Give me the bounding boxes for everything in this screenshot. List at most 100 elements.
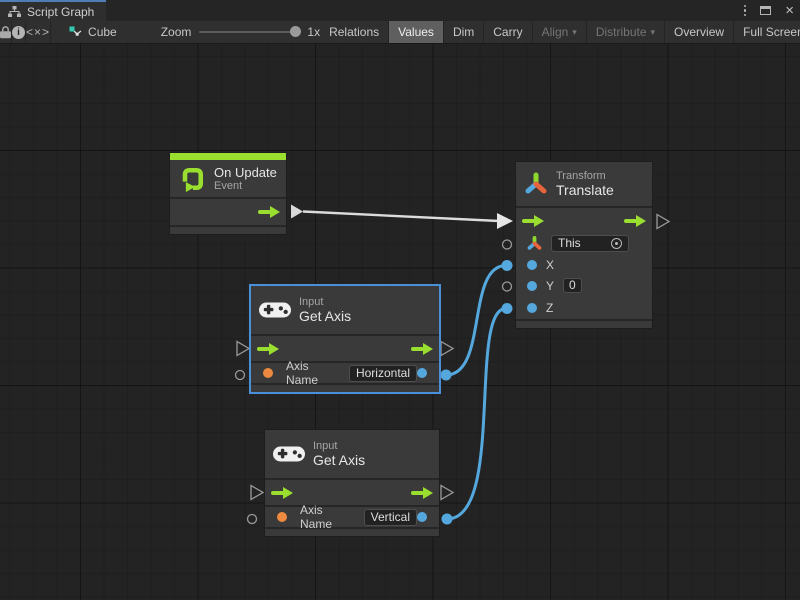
toolbar-toggles: Relations Values Dim Carry Align ▾ Distr… — [320, 21, 800, 43]
z-port-label: Z — [546, 301, 553, 315]
y-value-field[interactable]: 0 — [563, 278, 582, 293]
gamepad-icon — [259, 300, 291, 320]
values-button[interactable]: Values — [389, 21, 444, 43]
flow-output-arrow-icon[interactable] — [411, 487, 433, 499]
tab-script-graph[interactable]: Script Graph — [0, 0, 106, 21]
port-translate-z-connected[interactable] — [502, 303, 513, 314]
object-picker-icon[interactable] — [611, 238, 622, 249]
tab-title: Script Graph — [27, 5, 94, 19]
graph-canvas[interactable]: On Update Event Transform — [0, 44, 800, 600]
port-getaxis-v-name-unconnected[interactable] — [248, 515, 257, 524]
menu-dots-icon[interactable] — [744, 5, 747, 17]
wire-value-vertical-z[interactable] — [447, 309, 506, 520]
port-getaxis-h-enter-unconnected[interactable] — [237, 342, 249, 356]
overview-button[interactable]: Overview — [665, 21, 734, 43]
node-subtitle: Event — [214, 180, 277, 193]
node-header: Transform Translate — [516, 162, 652, 206]
distribute-button[interactable]: Distribute ▾ — [587, 21, 665, 43]
graph-name-label: Cube — [88, 25, 117, 39]
carry-button[interactable]: Carry — [484, 21, 532, 43]
node-footer — [516, 319, 652, 328]
lock-button[interactable] — [0, 21, 12, 43]
script-graph-window: Script Graph × i <×> Cube — [0, 0, 800, 600]
axis-name-field[interactable]: Horizontal — [349, 365, 417, 382]
value-output-port-icon[interactable] — [417, 512, 427, 522]
fullscreen-button[interactable]: Full Screen — [734, 21, 800, 43]
info-icon: i — [12, 26, 25, 39]
transform-port-icon[interactable] — [527, 236, 542, 251]
zoom-label: Zoom — [161, 25, 192, 39]
string-port-icon[interactable] — [277, 512, 287, 522]
port-getaxis-v-value-connected[interactable] — [442, 514, 453, 525]
port-getaxis-v-enter-unconnected[interactable] — [251, 486, 263, 500]
control-ports-row — [170, 197, 286, 225]
string-port-icon[interactable] — [263, 368, 273, 378]
event-accent-bar — [170, 153, 286, 160]
axis-name-row: Axis Name Vertical — [265, 505, 439, 527]
code-icon: <×> — [26, 25, 50, 39]
graph-hierarchy-icon — [8, 6, 21, 18]
flow-output-arrow-icon[interactable] — [411, 343, 433, 355]
toolbar: i <×> Cube Zoom 1x Relations Values Dim … — [0, 21, 800, 44]
align-button[interactable]: Align ▾ — [533, 21, 587, 43]
port-translate-x-connected[interactable] — [502, 260, 513, 271]
control-ports-row — [251, 334, 439, 361]
node-translate[interactable]: Transform Translate This — [515, 161, 653, 329]
node-title: Get Axis — [299, 309, 351, 324]
port-getaxis-h-value-connected[interactable] — [441, 370, 452, 381]
zoom-value: 1x — [307, 25, 320, 39]
chevron-down-icon: ▾ — [651, 27, 656, 38]
tab-bar: Script Graph × — [0, 0, 800, 21]
x-port-label: X — [546, 258, 554, 272]
flow-input-arrow-icon[interactable] — [522, 215, 544, 227]
z-port-row: Z — [516, 296, 652, 319]
control-ports-row — [516, 206, 652, 233]
node-title: Get Axis — [313, 453, 365, 468]
transform-icon — [524, 172, 548, 196]
axis-name-field[interactable]: Vertical — [364, 509, 417, 526]
wire-control-onupdate-translate[interactable] — [303, 212, 499, 222]
node-on-update[interactable]: On Update Event — [169, 152, 287, 235]
port-getaxis-h-name-unconnected[interactable] — [236, 371, 245, 380]
flow-input-arrow-icon[interactable] — [257, 343, 279, 355]
node-get-axis-vertical[interactable]: Input Get Axis Axis Name Vertical — [264, 429, 440, 537]
port-translate-enter-connected[interactable] — [497, 213, 513, 229]
port-translate-this-unconnected[interactable] — [503, 240, 512, 249]
wire-value-horizontal-x[interactable] — [446, 266, 506, 376]
port-translate-exit-unconnected[interactable] — [657, 215, 669, 229]
zoom-slider[interactable] — [199, 31, 299, 33]
port-getaxis-v-exit-unconnected[interactable] — [441, 486, 453, 500]
axis-name-label: Axis Name — [300, 503, 356, 531]
value-port-icon[interactable] — [527, 303, 537, 313]
axis-name-label: Axis Name — [286, 359, 341, 387]
node-header: Input Get Axis — [265, 430, 439, 478]
window-controls: × — [744, 0, 794, 21]
this-object-field[interactable]: This — [551, 235, 629, 252]
node-footer — [251, 383, 439, 392]
relations-button[interactable]: Relations — [320, 21, 389, 43]
y-port-row: Y 0 — [516, 275, 652, 296]
value-port-icon[interactable] — [527, 281, 537, 291]
axis-name-row: Axis Name Horizontal — [251, 361, 439, 383]
zoom-control: Zoom 1x — [131, 21, 320, 43]
value-port-icon[interactable] — [527, 260, 537, 270]
port-getaxis-h-exit-unconnected[interactable] — [441, 342, 453, 356]
value-output-port-icon[interactable] — [417, 368, 427, 378]
close-icon[interactable]: × — [785, 3, 794, 18]
dim-button[interactable]: Dim — [444, 21, 484, 43]
flow-output-arrow-icon[interactable] — [258, 206, 280, 218]
node-footer — [170, 225, 286, 234]
node-get-axis-horizontal[interactable]: Input Get Axis Axis Name Horizontal — [250, 285, 440, 393]
zoom-slider-handle[interactable] — [290, 26, 301, 37]
flow-output-arrow-icon[interactable] — [624, 215, 646, 227]
port-translate-y-unconnected[interactable] — [503, 282, 512, 291]
node-header: Input Get Axis — [251, 286, 439, 334]
flow-input-arrow-icon[interactable] — [271, 487, 293, 499]
y-port-label: Y — [546, 279, 554, 293]
info-button[interactable]: i — [12, 21, 26, 43]
inspect-code-button[interactable]: <×> — [26, 21, 51, 43]
control-ports-row — [265, 478, 439, 505]
graph-reference[interactable]: Cube — [51, 21, 131, 43]
maximize-icon[interactable] — [760, 6, 771, 15]
port-onupdate-exit-connected[interactable] — [291, 205, 303, 219]
